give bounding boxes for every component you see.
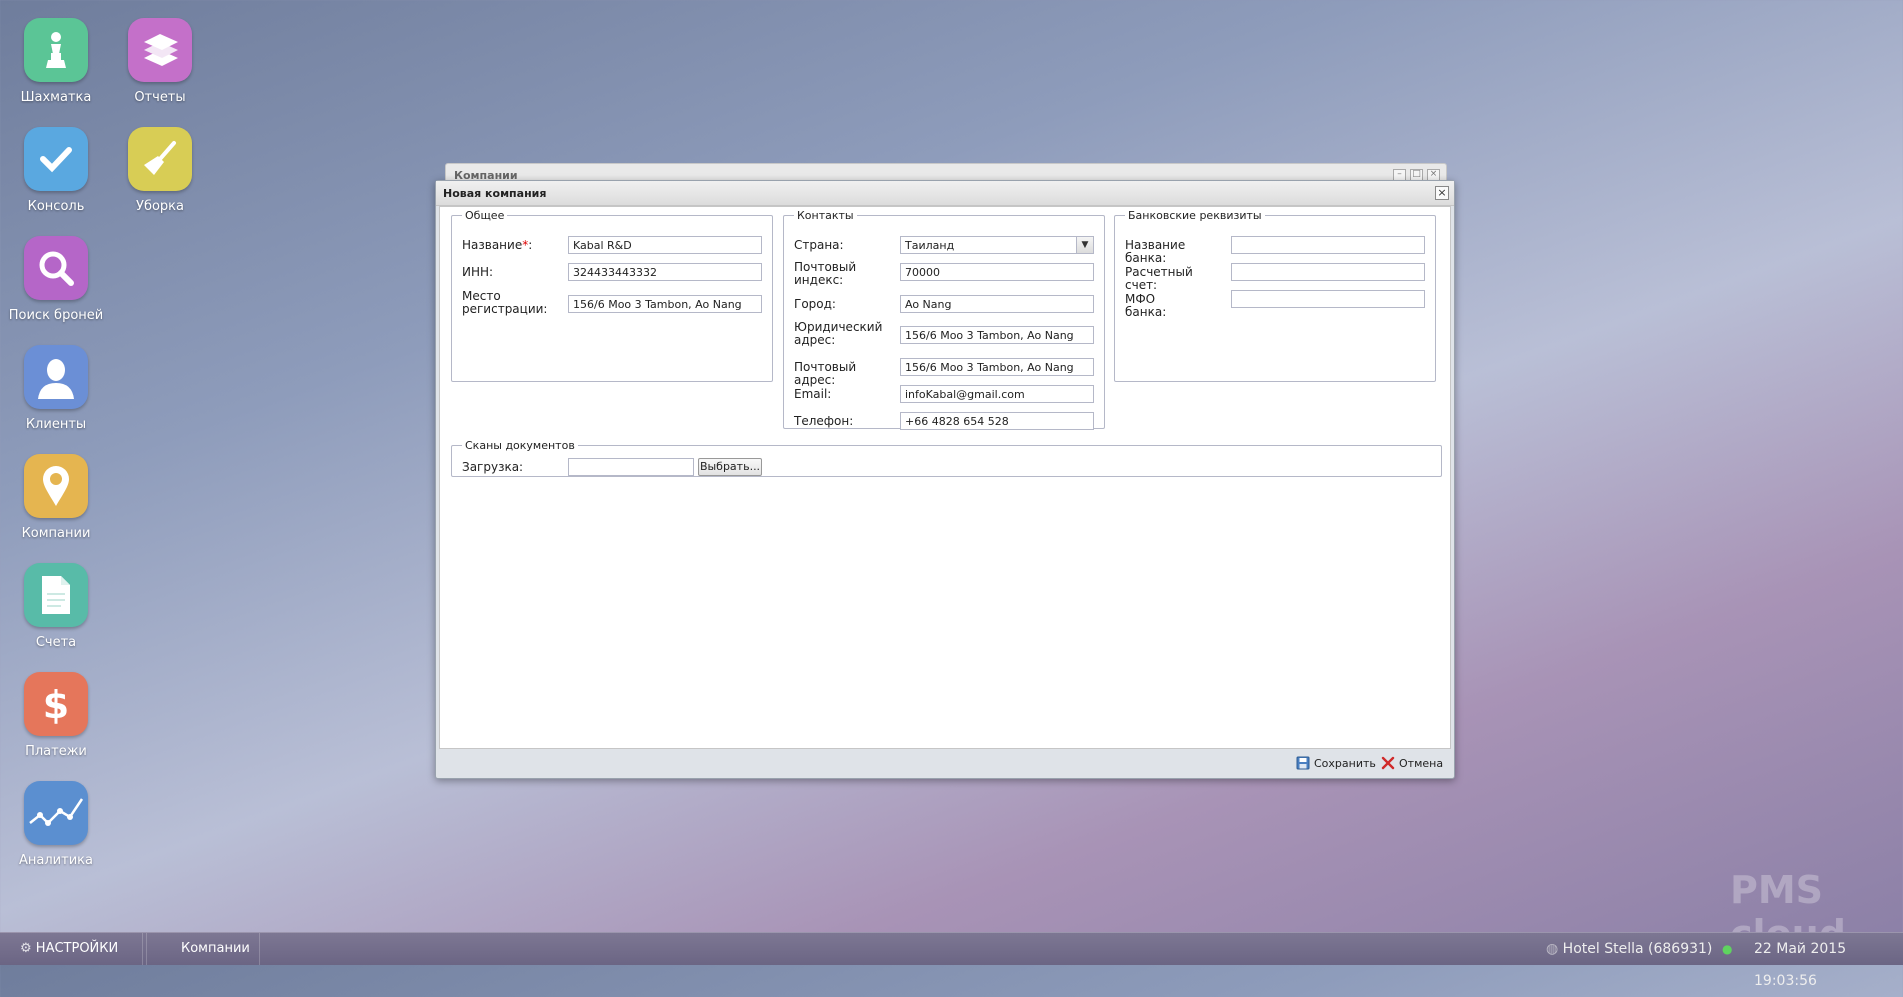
bank-legend: Банковские реквизиты [1128,209,1262,222]
upload-input[interactable] [568,458,694,476]
legal-address-label: Юридический адрес: [794,320,883,347]
taskbar-window-label: Компании [181,941,250,956]
country-value: Таиланд [905,239,955,252]
postal-address-label: Почтовый адрес: [794,360,857,387]
zip-label: Почтовый индекс: [794,260,857,287]
desktop-icon-label: Уборка [136,199,184,214]
gear-icon: ⚙ [20,941,32,956]
zip-input[interactable]: 70000 [900,263,1094,281]
account-label: Расчетный счет: [1125,265,1193,292]
user-icon [24,345,88,409]
checkmark-icon [24,127,88,191]
settings-label: НАСТРОЙКИ [35,941,119,956]
phone-input[interactable]: +66 4828 654 528 [900,412,1094,430]
desktop-icon-label: Счета [35,635,77,650]
desktop-icon-4[interactable]: Уборка [108,127,212,214]
hotel-label: Hotel Stella (686931) [1562,941,1713,957]
name-input[interactable]: Kabal R&D [568,236,762,254]
choose-file-button[interactable]: Выбрать... [698,458,762,476]
dialog-header[interactable]: Новая компания × [436,181,1454,206]
desktop-icon-3[interactable]: Консоль [4,127,108,214]
desktop-icon-label: Поиск броней [8,308,104,323]
upload-label: Загрузка: [462,460,524,474]
scans-legend: Сканы документов [465,439,575,452]
desktop-icon-label: Консоль [27,199,85,214]
chevron-down-icon[interactable]: ▼ [1076,237,1093,253]
general-legend: Общее [465,209,505,222]
taskbar-window-companies[interactable]: Компании [146,933,260,965]
chess-pawn-icon [24,18,88,82]
mfo-label: МФО банка: [1125,292,1167,319]
dialog-footer: Сохранить Отмена [436,748,1454,778]
desktop-icon-9[interactable]: $ Платежи [4,672,108,759]
desktop-icon-label: Отчеты [134,90,186,105]
contacts-legend: Контакты [797,209,854,222]
cross-icon [1381,756,1395,770]
dialog-body: Общее Название*: Kabal R&D ИНН: 32443344… [439,206,1451,749]
email-label: Email: [794,387,832,401]
desktop-icon-label: Аналитика [19,853,93,868]
settings-button[interactable]: ⚙ НАСТРОЙКИ [12,933,143,965]
name-label: Название*: [462,238,533,252]
country-label: Страна: [794,238,844,252]
line-chart-icon [24,781,88,845]
bank-name-input[interactable] [1231,236,1425,254]
status-dot: ● [1722,942,1733,956]
postal-address-input[interactable]: 156/6 Moo 3 Tambon, Ao Nang [900,358,1094,376]
country-select[interactable]: Таиланд ▼ [900,236,1094,254]
taskbar: ⚙ НАСТРОЙКИ Компании ◍ Hotel Stella (686… [0,932,1903,989]
desktop-icon-10[interactable]: Аналитика [4,781,108,868]
dialog-title: Новая компания [443,187,547,200]
new-company-dialog: Новая компания × Общее Название*: Kabal … [435,180,1455,779]
desktop-icon-label: Платежи [25,744,87,759]
broom-icon [128,127,192,191]
city-input[interactable]: Ao Nang [900,295,1094,313]
document-icon [24,563,88,627]
registration-place-input[interactable]: 156/6 Moo 3 Tambon, Ao Nang [568,295,762,313]
desktop-icon-8[interactable]: Счета [4,563,108,650]
desktop-icon-6[interactable]: Клиенты [4,345,108,432]
mfo-input[interactable] [1231,290,1425,308]
save-label: Сохранить [1314,756,1376,770]
cancel-button[interactable]: Отмена [1381,756,1443,770]
clock: 22 Май 2015 19:03:56 [1754,941,1847,989]
contacts-group: Контакты Страна: Таиланд ▼ Почтовый индек… [783,209,1105,430]
inn-input[interactable]: 324433443332 [568,263,762,281]
desktop-icon-label: Клиенты [25,417,87,432]
hotel-indicator[interactable]: ◍ Hotel Stella (686931) [1546,933,1712,965]
desktop-icon-5[interactable]: Поиск броней [4,236,108,323]
account-input[interactable] [1231,263,1425,281]
cancel-label: Отмена [1399,756,1444,770]
magnifier-icon [24,236,88,300]
registration-place-label: Место регистрации: [462,289,548,316]
desktop-icon-2[interactable]: Отчеты [108,18,212,105]
desktop-icon-7[interactable]: Компании [4,454,108,541]
dollar-icon: $ [24,672,88,736]
desktop-icon-label: Компании [21,526,91,541]
bank-group: Банковские реквизиты Название банка: Рас… [1114,209,1436,382]
desktop-icon-1[interactable]: Шахматка [4,18,108,105]
globe-icon: ◍ [1546,941,1559,957]
map-pin-icon [24,454,88,518]
floppy-disk-icon [1296,756,1310,770]
save-button[interactable]: Сохранить [1296,756,1376,770]
scans-group: Сканы документов Загрузка: Выбрать... [451,439,1442,477]
books-icon [128,18,192,82]
city-label: Город: [794,297,836,311]
phone-label: Телефон: [794,414,854,428]
svg-text:$: $ [43,683,69,726]
dialog-close-icon[interactable]: × [1435,186,1449,200]
bank-name-label: Название банка: [1125,238,1186,265]
desktop-icon-label: Шахматка [20,90,92,105]
inn-label: ИНН: [462,265,494,279]
general-group: Общее Название*: Kabal R&D ИНН: 32443344… [451,209,773,382]
email-input[interactable]: infoKabal@gmail.com [900,385,1094,403]
legal-address-input[interactable]: 156/6 Moo 3 Tambon, Ao Nang [900,326,1094,344]
